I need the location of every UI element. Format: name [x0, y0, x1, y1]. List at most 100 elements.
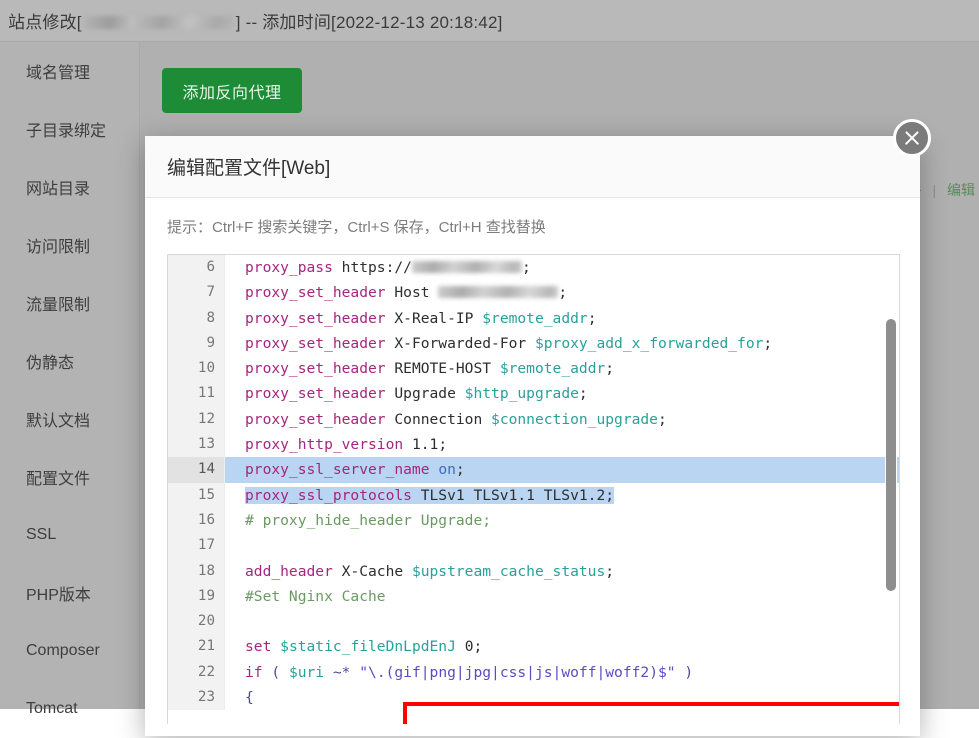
code-line[interactable]: 7proxy_set_header Host ;	[168, 280, 899, 305]
code-line-content[interactable]: proxy_set_header Connection $connection_…	[224, 407, 899, 432]
code-token: $static_fileDnLpdEnJ	[280, 638, 456, 655]
code-token: $http_upgrade	[465, 385, 579, 402]
sidebar-item-composer[interactable]: Composer	[0, 622, 139, 680]
code-line[interactable]: 12proxy_set_header Connection $connectio…	[168, 407, 899, 432]
sidebar-item-default-doc[interactable]: 默认文档	[0, 390, 139, 448]
code-token: ;	[605, 563, 614, 580]
code-token: "\.(gif|png|jpg|css|js|woff|woff2)$"	[359, 664, 675, 681]
line-number: 11	[168, 381, 224, 406]
code-line-content[interactable]: if ( $uri ~* "\.(gif|png|jpg|css|js|woff…	[224, 660, 899, 685]
code-line[interactable]: 20	[168, 609, 899, 634]
code-token: $upstream_cache_status	[412, 563, 605, 580]
code-line[interactable]: 21set $static_fileDnLpdEnJ 0;	[168, 634, 899, 659]
sidebar-item-access-limit[interactable]: 访问限制	[0, 216, 139, 274]
sidebar-item-subdir-bind[interactable]: 子目录绑定	[0, 100, 139, 158]
line-number: 13	[168, 432, 224, 457]
code-token: proxy_set_header	[245, 411, 386, 428]
code-editor-lines[interactable]: 6proxy_pass https://;7proxy_set_header H…	[168, 255, 899, 724]
code-line[interactable]: 23{	[168, 685, 899, 710]
add-reverse-proxy-button[interactable]: 添加反向代理	[162, 68, 302, 113]
code-token: proxy_ssl_protocols	[245, 487, 412, 504]
page-title-prefix: 站点修改[	[8, 8, 82, 33]
code-line[interactable]: 18add_header X-Cache $upstream_cache_sta…	[168, 559, 899, 584]
code-token: ;	[605, 360, 614, 377]
code-line-content[interactable]: proxy_set_header X-Real-IP $remote_addr;	[224, 306, 899, 331]
page-title-mid: ] -- 添加时间[	[236, 8, 336, 33]
code-line[interactable]: 17	[168, 533, 899, 558]
edit-config-file-dialog: 编辑配置文件[Web] 提示：Ctrl+F 搜索关键字，Ctrl+S 保存，Ct…	[145, 136, 920, 736]
background-link-right[interactable]: 编辑	[947, 182, 975, 198]
code-line[interactable]: 10proxy_set_header REMOTE-HOST $remote_a…	[168, 356, 899, 381]
code-token	[430, 461, 439, 478]
line-number: 20	[168, 609, 224, 634]
sidebar-item-label: 伪静态	[26, 349, 74, 373]
page-title: 站点修改[ ] -- 添加时间[ 2022-12-13 20:18:42 ]	[0, 8, 503, 33]
code-line[interactable]: 19#Set Nginx Cache	[168, 584, 899, 609]
code-token: X-Real-IP	[386, 310, 483, 327]
code-token: https://	[333, 259, 412, 276]
sidebar-item-label: 配置文件	[26, 465, 90, 489]
code-line-content[interactable]	[224, 609, 899, 634]
sidebar-item-rewrite[interactable]: 伪静态	[0, 332, 139, 390]
code-line-content[interactable]: proxy_ssl_server_name on;	[224, 457, 899, 482]
editor-scrollbar-thumb[interactable]	[886, 319, 896, 591]
sidebar-item-tomcat[interactable]: Tomcat	[0, 680, 139, 738]
line-number: 8	[168, 306, 224, 331]
code-line-content[interactable]: proxy_http_version 1.1;	[224, 432, 899, 457]
code-line[interactable]: 16# proxy_hide_header Upgrade;	[168, 508, 899, 533]
code-line-content[interactable]: proxy_set_header Host ;	[224, 280, 899, 305]
sidebar-item-traffic-limit[interactable]: 流量限制	[0, 274, 139, 332]
sidebar-item-label: 网站目录	[26, 175, 90, 199]
page-header: 站点修改[ ] -- 添加时间[ 2022-12-13 20:18:42 ]	[0, 0, 979, 42]
code-token: on	[438, 461, 456, 478]
code-line[interactable]: 15proxy_ssl_protocols TLSv1 TLSv1.1 TLSv…	[168, 483, 899, 508]
editor-scrollbar[interactable]	[885, 257, 897, 722]
sidebar-item-label: Tomcat	[26, 700, 78, 718]
code-line[interactable]: 22if ( $uri ~* "\.(gif|png|jpg|css|js|wo…	[168, 660, 899, 685]
code-token: proxy_set_header	[245, 385, 386, 402]
line-number: 14	[168, 457, 224, 482]
code-token: add_header	[245, 563, 333, 580]
line-number: 16	[168, 508, 224, 533]
code-line-content[interactable]: add_header X-Cache $upstream_cache_statu…	[224, 559, 899, 584]
background-link-separator: |	[932, 182, 936, 198]
code-token: proxy_set_header	[245, 310, 386, 327]
code-line[interactable]: 6proxy_pass https://;	[168, 255, 899, 280]
sidebar-item-site-dir[interactable]: 网站目录	[0, 158, 139, 216]
code-token: ;	[763, 335, 772, 352]
code-editor[interactable]: 6proxy_pass https://;7proxy_set_header H…	[167, 254, 900, 724]
code-line-content[interactable]: # proxy_hide_header Upgrade;	[224, 508, 899, 533]
code-line-content[interactable]: set $static_fileDnLpdEnJ 0;	[224, 634, 899, 659]
code-line-content[interactable]: proxy_set_header X-Forwarded-For $proxy_…	[224, 331, 899, 356]
code-line-content[interactable]: proxy_set_header REMOTE-HOST $remote_add…	[224, 356, 899, 381]
line-number: 21	[168, 634, 224, 659]
code-token: ;	[438, 436, 447, 453]
close-icon[interactable]	[893, 119, 931, 157]
code-line[interactable]: 11proxy_set_header Upgrade $http_upgrade…	[168, 381, 899, 406]
code-token: ;	[579, 385, 588, 402]
code-token: proxy_set_header	[245, 335, 386, 352]
sidebar-item-php-version[interactable]: PHP版本	[0, 564, 139, 622]
line-number: 17	[168, 533, 224, 558]
code-line-content[interactable]: proxy_pass https://;	[224, 255, 899, 280]
code-line[interactable]: 14proxy_ssl_server_name on;	[168, 457, 899, 482]
code-token: proxy_pass	[245, 259, 333, 276]
code-line-content[interactable]: proxy_set_header Upgrade $http_upgrade;	[224, 381, 899, 406]
line-number: 12	[168, 407, 224, 432]
code-line[interactable]: 13proxy_http_version 1.1;	[168, 432, 899, 457]
code-line-content[interactable]	[224, 533, 899, 558]
sidebar-item-ssl[interactable]: SSL	[0, 506, 139, 564]
code-token: $connection_upgrade	[491, 411, 658, 428]
code-token: Upgrade	[386, 385, 465, 402]
code-line-content[interactable]: #Set Nginx Cache	[224, 584, 899, 609]
code-line-content[interactable]: proxy_ssl_protocols TLSv1 TLSv1.1 TLSv1.…	[224, 483, 899, 508]
sidebar: 域名管理 子目录绑定 网站目录 访问限制 流量限制 伪静态 默认文档 配置文件 …	[0, 42, 140, 709]
code-token: 1.1	[412, 436, 438, 453]
code-token: {	[245, 689, 254, 706]
code-line-content[interactable]: {	[224, 685, 899, 710]
sidebar-item-domain-manage[interactable]: 域名管理	[0, 42, 139, 100]
code-line[interactable]: 9proxy_set_header X-Forwarded-For $proxy…	[168, 331, 899, 356]
sidebar-item-config-file[interactable]: 配置文件	[0, 448, 139, 506]
code-token: proxy_http_version	[245, 436, 403, 453]
code-line[interactable]: 8proxy_set_header X-Real-IP $remote_addr…	[168, 306, 899, 331]
